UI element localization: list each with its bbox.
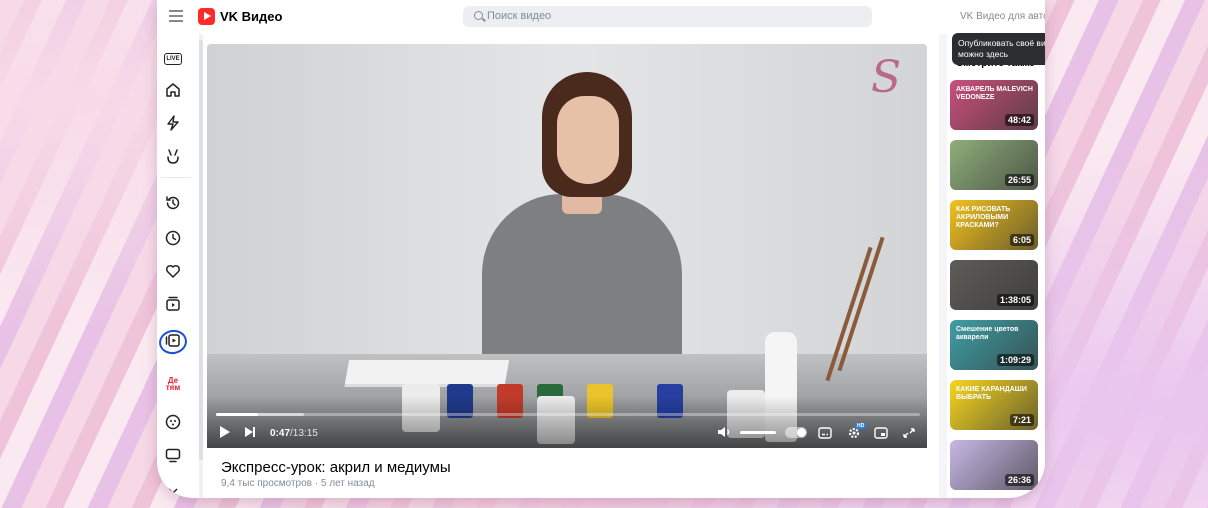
tooltip-line: Опубликовать своё видео [958, 38, 1045, 48]
video-frame-person-face [557, 96, 619, 184]
thumbnail-caption: Смешение цветов акварели [956, 326, 1019, 341]
sidebar-item-home[interactable] [164, 81, 182, 99]
chevron-down-icon [168, 488, 178, 495]
recommendation-card[interactable]: КАКИЕ КАРАНДАШИ ВЫБРАТЬ7:21СмН2: [950, 380, 1045, 430]
recommendation-card[interactable]: 26:55ДхуА1 [950, 140, 1045, 190]
duration-badge: 6:05 [1009, 234, 1034, 246]
volume-slider[interactable] [740, 431, 776, 434]
duration-badge: 48:42 [1004, 114, 1034, 126]
hand-icon [167, 149, 179, 164]
sidebar-item-tv[interactable] [164, 446, 182, 464]
video-library-icon [166, 296, 180, 311]
sidebar-item-history[interactable] [164, 194, 182, 212]
search-placeholder: Поиск видео [487, 10, 552, 22]
sidebar-item-liked[interactable] [164, 262, 182, 280]
duration-badge: 1:09:29 [996, 354, 1034, 366]
publish-tooltip: Опубликовать своё видео можно здесь [952, 33, 1045, 65]
channels-icon [165, 334, 180, 347]
progress-played [216, 413, 258, 416]
sidebar-item-live[interactable]: LIVE [164, 50, 182, 68]
time-display: 0:47 / 13:15 [270, 426, 318, 440]
video-player[interactable]: S 0:47 / 13:15 HD [207, 44, 927, 448]
video-thumbnail[interactable]: 1:38:05 [950, 260, 1038, 310]
current-time: 0:47 [270, 427, 291, 439]
recommendation-card[interactable]: АКВАРЕЛЬ MALEVICH VEDONEZE48:42ОМак2. [950, 80, 1045, 130]
recommendation-card[interactable]: Смешение цветов акварели1:09:29АЦА4 [950, 320, 1045, 370]
recommendation-card[interactable]: 1:38:05Б«ІХ2( [950, 260, 1045, 310]
live-icon: LIVE [164, 53, 182, 65]
recommendation-card[interactable]: 26:36Пк [950, 440, 1045, 490]
sidebar-divider [161, 177, 191, 178]
clock-icon [165, 230, 181, 246]
video-thumbnail[interactable]: КАК РИСОВАТЬ АКРИЛОВЫМИ КРАСКАМИ? 6:05 [950, 200, 1038, 250]
detyam-logo: Де тям [165, 376, 181, 392]
vk-video-logo-icon[interactable] [198, 8, 215, 25]
video-thumbnail[interactable]: КАКИЕ КАРАНДАШИ ВЫБРАТЬ 7:21 [950, 380, 1038, 430]
sidebar-scrollbar-thumb[interactable] [199, 40, 203, 460]
sidebar-item-kids-hand[interactable] [164, 147, 182, 165]
meta-separator: · [314, 478, 319, 489]
search-input[interactable]: Поиск видео [463, 6, 872, 27]
sidebar-item-subscriptions[interactable] [164, 331, 182, 349]
upload-age: 5 лет назад [320, 478, 375, 489]
volume-icon[interactable] [717, 425, 733, 439]
heart-icon [165, 264, 181, 278]
history-icon [166, 196, 180, 210]
video-thumbnail[interactable]: Смешение цветов акварели 1:09:29 [950, 320, 1038, 370]
duration-badge: 7:21 [1009, 414, 1034, 426]
browser-window: VK Видео Поиск видео VK Видео для авторо… [157, 0, 1045, 498]
progress-bar[interactable] [216, 413, 920, 416]
video-title: Экспресс-урок: акрил и медиумы [221, 459, 451, 476]
tooltip-line: можно здесь [958, 49, 1009, 59]
top-bar: VK Видео Поиск видео VK Видео для авторо… [157, 0, 1045, 34]
sidebar-item-collapse[interactable] [164, 482, 182, 498]
view-count: 9,4 тыс просмотров [221, 478, 312, 489]
subtitles-icon[interactable] [818, 426, 832, 439]
hd-badge: HD [855, 423, 867, 429]
video-frame-paper [344, 360, 510, 384]
duration-badge: 1:38:05 [996, 294, 1034, 306]
channel-watermark: S [871, 52, 902, 103]
sidebar-item-shorts[interactable] [164, 114, 182, 132]
sidebar-item-detyam[interactable]: Де тям [164, 375, 182, 393]
sidebar-item-games[interactable] [164, 413, 182, 431]
recommendation-card[interactable]: КАК РИСОВАТЬ АКРИЛОВЫМИ КРАСКАМИ?6:05КГа… [950, 200, 1045, 250]
duration: 13:15 [292, 427, 318, 439]
video-thumbnail[interactable]: 26:55 [950, 140, 1038, 190]
logo-text[interactable]: VK Видео [220, 9, 282, 24]
authors-link[interactable]: VK Видео для авторов [960, 11, 1045, 22]
video-meta: 9,4 тыс просмотров · 5 лет назад [221, 478, 375, 489]
sidebar-item-watch-later[interactable] [164, 229, 182, 247]
thumbnail-caption: КАКИЕ КАРАНДАШИ ВЫБРАТЬ [956, 386, 1027, 401]
sidebar: LIVE Де тям [157, 34, 197, 498]
next-video-button[interactable] [245, 425, 257, 439]
home-icon [166, 83, 180, 97]
miniplayer-icon[interactable] [874, 426, 888, 439]
video-thumbnail[interactable]: АКВАРЕЛЬ MALEVICH VEDONEZE 48:42 [950, 80, 1038, 130]
fullscreen-icon[interactable] [902, 426, 916, 438]
duration-badge: 26:36 [1004, 474, 1034, 486]
autoplay-toggle[interactable] [785, 427, 807, 438]
video-thumbnail[interactable]: 26:36 [950, 440, 1038, 490]
thumbnail-caption: КАК РИСОВАТЬ АКРИЛОВЫМИ КРАСКАМИ? [956, 206, 1011, 229]
menu-icon[interactable] [169, 10, 183, 22]
thumbnail-caption: АКВАРЕЛЬ MALEVICH VEDONEZE [956, 86, 1033, 101]
lightning-icon [167, 115, 179, 131]
play-button[interactable] [220, 425, 230, 439]
search-icon [474, 11, 483, 20]
duration-badge: 26:55 [1004, 174, 1034, 186]
column-divider [939, 34, 947, 498]
controls-gradient [207, 396, 927, 448]
gamepad-icon [165, 414, 181, 430]
sidebar-item-my-videos[interactable] [164, 295, 182, 313]
tv-icon [165, 448, 181, 463]
